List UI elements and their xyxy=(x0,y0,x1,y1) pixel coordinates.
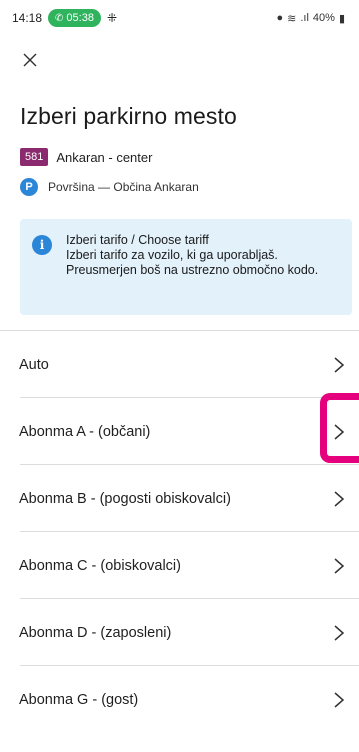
annotation-highlight xyxy=(320,393,359,463)
tariff-label: Abonma G - (gost) xyxy=(19,691,139,708)
zone-code-badge: 581 xyxy=(20,148,49,166)
signal-icon: .ıl xyxy=(300,12,309,24)
tariff-label: Abonma B - (pogosti obiskovalci) xyxy=(19,490,231,507)
parking-icon: P xyxy=(20,178,38,196)
app-notification-icon: ⁜ xyxy=(106,11,118,25)
phone-icon: ✆ xyxy=(55,12,64,24)
battery-level: 40% xyxy=(312,12,335,24)
status-time: 14:18 xyxy=(12,11,43,25)
tariff-item-abonma-b[interactable]: Abonma B - (pogosti obiskovalci) xyxy=(0,465,359,532)
tariff-label: Auto xyxy=(19,356,49,373)
chevron-right-icon xyxy=(334,691,345,708)
chevron-right-icon xyxy=(334,557,345,574)
zone-name: Ankaran - center xyxy=(56,149,153,165)
tariff-label: Abonma D - (zaposleni) xyxy=(19,624,172,641)
battery-icon: ▮ xyxy=(338,12,345,25)
tariff-item-abonma-a[interactable]: Abonma A - (občani) xyxy=(0,398,359,465)
close-button[interactable] xyxy=(18,48,42,72)
tariff-list: Auto Abonma A - (občani) Abonma B - (pog… xyxy=(0,331,359,733)
tariff-item-abonma-g[interactable]: Abonma G - (gost) xyxy=(0,666,359,733)
tariff-item-abonma-c[interactable]: Abonma C - (obiskovalci) xyxy=(0,532,359,599)
ongoing-call-pill[interactable]: ✆ 05:38 xyxy=(48,9,101,27)
location-icon: ● xyxy=(276,12,284,24)
close-icon xyxy=(23,53,37,67)
chevron-right-icon xyxy=(334,356,345,373)
call-duration: 05:38 xyxy=(66,12,94,24)
tariff-item-abonma-d[interactable]: Abonma D - (zaposleni) xyxy=(0,599,359,666)
zone-info: 581 Ankaran - center xyxy=(20,148,152,166)
info-description: Izberi tarifo za vozilo, ki ga uporablja… xyxy=(66,248,319,277)
chevron-right-icon xyxy=(334,624,345,641)
parking-description: Površina — Občina Ankaran xyxy=(48,180,199,194)
wifi-icon: ≋ xyxy=(287,12,297,25)
chevron-right-icon xyxy=(334,490,345,507)
info-icon: i xyxy=(32,235,52,255)
status-bar: 14:18 ✆ 05:38 ⁜ ● ≋ .ıl 40% ▮ xyxy=(0,0,359,36)
info-banner: i Izberi tarifo / Choose tariff Izberi t… xyxy=(20,219,352,315)
tariff-label: Abonma A - (občani) xyxy=(19,423,151,440)
status-right: ● ≋ .ıl 40% ▮ xyxy=(276,12,345,25)
info-text: Izberi tarifo / Choose tariff Izberi tar… xyxy=(66,233,340,305)
page-title: Izberi parkirno mesto xyxy=(20,103,237,129)
status-left: 14:18 ✆ 05:38 ⁜ xyxy=(12,9,117,27)
info-title: Izberi tarifo / Choose tariff xyxy=(66,233,209,247)
tariff-label: Abonma C - (obiskovalci) xyxy=(19,557,181,574)
parking-info: P Površina — Občina Ankaran xyxy=(20,178,199,196)
tariff-item-auto[interactable]: Auto xyxy=(0,331,359,398)
